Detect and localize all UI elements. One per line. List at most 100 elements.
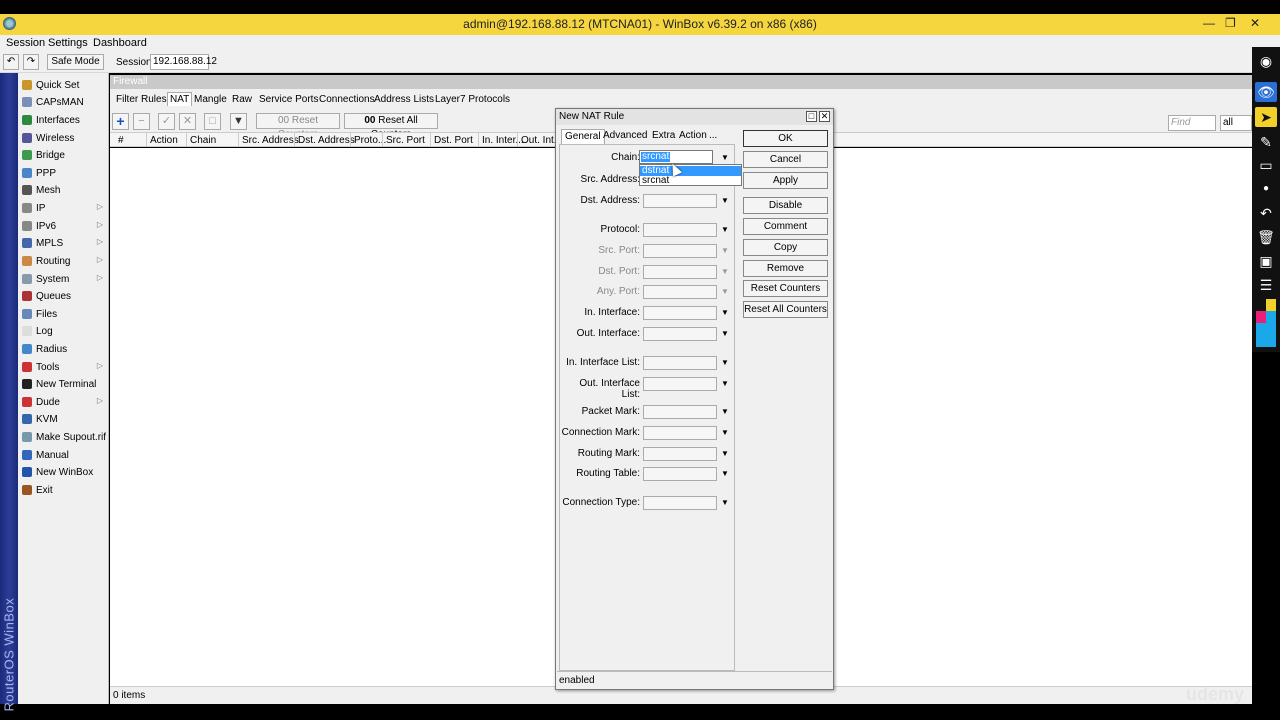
tab-service-ports[interactable]: Service Ports	[259, 94, 318, 105]
dropdown-arrow-icon[interactable]: ▼	[721, 407, 729, 416]
sidebar-item-make-supout-rif[interactable]: Make Supout.rif	[18, 429, 109, 446]
column-header[interactable]: Chain	[190, 135, 216, 146]
reset-counters-button[interactable]: 00 Reset Counters	[256, 113, 340, 140]
dst-address-field[interactable]	[643, 194, 717, 208]
tab-mangle[interactable]: Mangle	[194, 94, 227, 105]
redo-button[interactable]: ↷	[23, 54, 39, 70]
column-header[interactable]: Dst. Port	[434, 135, 473, 146]
camera-icon[interactable]: ▣	[1255, 251, 1277, 271]
dropdown-arrow-icon[interactable]: ▼	[721, 196, 729, 205]
out-interface-field[interactable]	[643, 327, 717, 341]
sidebar-item-dude[interactable]: Dude ▷	[18, 394, 109, 411]
dialog-title-bar[interactable]: New NAT Rule □ ✕	[556, 109, 833, 125]
routing-table-field[interactable]	[643, 467, 717, 481]
sidebar-item-system[interactable]: System ▷	[18, 271, 109, 288]
dropdown-arrow-icon[interactable]: ▼	[721, 498, 729, 507]
pointer-icon[interactable]: ➤	[1255, 107, 1277, 127]
dialog-tab-general[interactable]: General	[561, 129, 605, 144]
pin-icon[interactable]: ◉	[1255, 51, 1277, 71]
out-interface-list-field[interactable]	[643, 377, 717, 391]
sidebar-item-new-winbox[interactable]: New WinBox	[18, 464, 109, 481]
chain-option-srcnat[interactable]: srcnat	[640, 176, 741, 186]
sidebar-item-routing[interactable]: Routing ▷	[18, 253, 109, 270]
dialog-tab-extra[interactable]: Extra	[649, 129, 678, 144]
filter-select[interactable]: all	[1220, 115, 1252, 131]
packet-mark-field[interactable]	[643, 405, 717, 419]
dropdown-arrow-icon[interactable]: ▼	[721, 428, 729, 437]
sidebar-item-ipv6[interactable]: IPv6 ▷	[18, 218, 109, 235]
sidebar-item-capsman[interactable]: CAPsMAN	[18, 94, 109, 111]
dropdown-arrow-icon[interactable]: ▼	[721, 358, 729, 367]
sidebar-item-kvm[interactable]: KVM	[18, 411, 109, 428]
apply-button[interactable]: Apply	[743, 172, 828, 189]
undo-button[interactable]: ↶	[3, 54, 19, 70]
tab-filter-rules[interactable]: Filter Rules	[116, 94, 167, 105]
column-header[interactable]: Src. Address	[242, 135, 299, 146]
sidebar-item-radius[interactable]: Radius	[18, 341, 109, 358]
dot-icon[interactable]: ●	[1255, 179, 1277, 199]
dropdown-arrow-icon[interactable]: ▼	[721, 329, 729, 338]
dialog-tab-more[interactable]: ...	[706, 129, 720, 144]
reset-all-counters-button[interactable]: Reset All Counters	[743, 301, 828, 318]
dropdown-arrow-icon[interactable]: ▼	[721, 225, 729, 234]
sidebar-item-tools[interactable]: Tools ▷	[18, 359, 109, 376]
close-icon[interactable]: ✕	[1250, 16, 1260, 30]
in-interface-field[interactable]	[643, 306, 717, 320]
column-header[interactable]: #	[118, 135, 124, 146]
dialog-tab-action[interactable]: Action	[676, 129, 710, 144]
sidebar-item-ppp[interactable]: PPP	[18, 165, 109, 182]
pencil-icon[interactable]: ✎	[1255, 132, 1277, 152]
sidebar-item-mpls[interactable]: MPLS ▷	[18, 235, 109, 252]
sidebar-item-manual[interactable]: Manual	[18, 447, 109, 464]
sidebar-item-files[interactable]: Files	[18, 306, 109, 323]
comment-rule-button[interactable]: □	[204, 113, 221, 130]
cancel-button[interactable]: Cancel	[743, 151, 828, 168]
reset-all-counters-button[interactable]: 00 Reset All Counters	[344, 113, 438, 140]
column-header[interactable]: Action	[150, 135, 178, 146]
menu-settings[interactable]: Settings	[48, 37, 88, 49]
tab-raw[interactable]: Raw	[232, 94, 252, 105]
copy-button[interactable]: Copy	[743, 239, 828, 256]
column-header[interactable]: Src. Port	[386, 135, 425, 146]
remove-rule-button[interactable]: −	[133, 113, 150, 130]
in-interface-list-field[interactable]	[643, 356, 717, 370]
sidebar-item-quick-set[interactable]: Quick Set	[18, 77, 109, 94]
reset-counters-button[interactable]: Reset Counters	[743, 280, 828, 297]
minimize-icon[interactable]: —	[1203, 16, 1215, 30]
tab-connections[interactable]: Connections	[319, 94, 375, 105]
sidebar-item-bridge[interactable]: Bridge	[18, 147, 109, 164]
tab-address-lists[interactable]: Address Lists	[374, 94, 434, 105]
eye-icon[interactable]: 👁	[1255, 82, 1277, 102]
sidebar-item-queues[interactable]: Queues	[18, 288, 109, 305]
enable-rule-button[interactable]: ✓	[158, 113, 175, 130]
ok-button[interactable]: OK	[743, 130, 828, 147]
session-field[interactable]: 192.168.88.12	[150, 54, 217, 70]
routing-mark-field[interactable]	[643, 447, 717, 461]
tab-nat[interactable]: NAT	[167, 92, 193, 106]
dropdown-arrow-icon[interactable]: ▼	[721, 308, 729, 317]
filter-button[interactable]: ▼	[230, 113, 247, 130]
find-input[interactable]: Find	[1168, 115, 1216, 131]
sidebar-item-interfaces[interactable]: Interfaces	[18, 112, 109, 129]
sidebar-item-mesh[interactable]: Mesh	[18, 182, 109, 199]
sidebar-item-ip[interactable]: IP ▷	[18, 200, 109, 217]
restore-icon[interactable]: ❐	[1225, 16, 1236, 30]
chain-dropdown-icon[interactable]: ▼	[721, 153, 729, 162]
connection-mark-field[interactable]	[643, 426, 717, 440]
tab-layer7-protocols[interactable]: Layer7 Protocols	[435, 94, 510, 105]
sidebar-item-log[interactable]: Log	[18, 323, 109, 340]
sidebar-item-new-terminal[interactable]: New Terminal	[18, 376, 109, 393]
undo-draw-icon[interactable]: ↶	[1255, 203, 1277, 223]
comment-button[interactable]: Comment	[743, 218, 828, 235]
trash-icon[interactable]: 🗑	[1255, 227, 1277, 247]
column-header[interactable]: Dst. Address	[298, 135, 355, 146]
add-rule-button[interactable]: +	[112, 113, 129, 130]
maximize-icon[interactable]: □	[806, 111, 817, 122]
protocol-field[interactable]	[643, 223, 717, 237]
eraser-icon[interactable]: ▭	[1255, 155, 1277, 175]
sidebar-item-wireless[interactable]: Wireless	[18, 130, 109, 147]
sidebar-item-exit[interactable]: Exit	[18, 482, 109, 499]
disable-rule-button[interactable]: ✕	[179, 113, 196, 130]
dialog-tab-advanced[interactable]: Advanced	[600, 129, 650, 144]
menu-session[interactable]: Session	[6, 37, 45, 49]
